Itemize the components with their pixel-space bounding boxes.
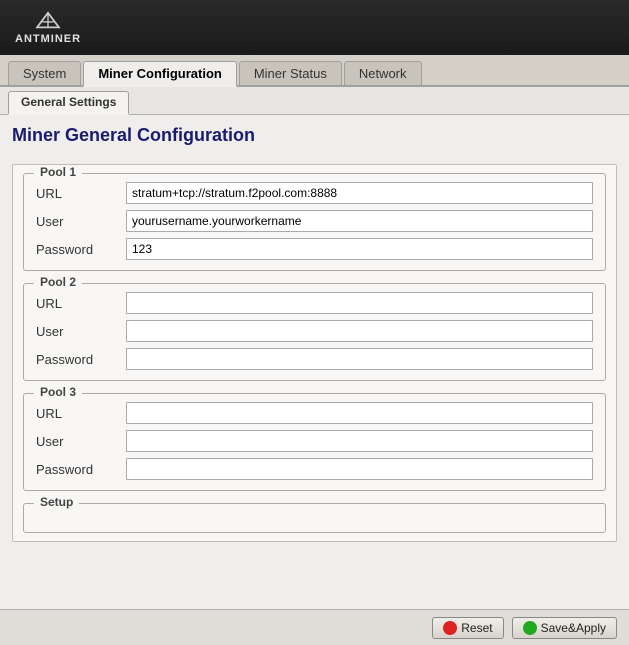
page-title: Miner General Configuration (12, 125, 617, 152)
pool2-user-label: User (36, 324, 126, 339)
save-apply-button[interactable]: Save&Apply (512, 617, 617, 639)
tab-miner-status[interactable]: Miner Status (239, 61, 342, 85)
pool1-section: Pool 1 URL User Password (23, 173, 606, 271)
pool3-user-row: User (36, 430, 593, 452)
sub-tab-bar: General Settings (0, 87, 629, 115)
pool2-url-input[interactable] (126, 292, 593, 314)
tab-system[interactable]: System (8, 61, 81, 85)
logo-area: ANTMINER (15, 11, 81, 45)
pool1-password-label: Password (36, 242, 126, 257)
pool3-password-label: Password (36, 462, 126, 477)
main-content: Miner General Configuration Pool 1 URL U… (0, 115, 629, 645)
pool3-user-input[interactable] (126, 430, 593, 452)
pool1-url-row: URL (36, 182, 593, 204)
pool3-password-input[interactable] (126, 458, 593, 480)
pool2-password-input[interactable] (126, 348, 593, 370)
app-wrapper: ANTMINER System Miner Configuration Mine… (0, 0, 629, 645)
pool1-password-input[interactable] (126, 238, 593, 260)
pool1-password-row: Password (36, 238, 593, 260)
pool3-section: Pool 3 URL User Password (23, 393, 606, 491)
setup-legend: Setup (34, 495, 79, 509)
tab-bar: System Miner Configuration Miner Status … (0, 55, 629, 87)
reset-button[interactable]: Reset (432, 617, 503, 639)
pool1-url-label: URL (36, 186, 126, 201)
pool2-password-label: Password (36, 352, 126, 367)
apply-icon (523, 621, 537, 635)
logo-text: ANTMINER (15, 33, 81, 45)
pool3-url-label: URL (36, 406, 126, 421)
pool1-url-input[interactable] (126, 182, 593, 204)
pool3-url-row: URL (36, 402, 593, 424)
reset-label: Reset (461, 621, 492, 635)
pool2-url-label: URL (36, 296, 126, 311)
pool2-legend: Pool 2 (34, 275, 82, 289)
pool2-user-row: User (36, 320, 593, 342)
form-container: Pool 1 URL User Password Pool 2 UR (12, 164, 617, 542)
tab-miner-configuration[interactable]: Miner Configuration (83, 61, 237, 87)
setup-section: Setup (23, 503, 606, 533)
pool2-url-row: URL (36, 292, 593, 314)
apply-label: Save&Apply (541, 621, 606, 635)
pool1-legend: Pool 1 (34, 165, 82, 179)
pool1-user-input[interactable] (126, 210, 593, 232)
pool3-password-row: Password (36, 458, 593, 480)
pool3-legend: Pool 3 (34, 385, 82, 399)
tab-network[interactable]: Network (344, 61, 422, 85)
pool2-password-row: Password (36, 348, 593, 370)
pool3-url-input[interactable] (126, 402, 593, 424)
reset-icon (443, 621, 457, 635)
pool1-user-label: User (36, 214, 126, 229)
footer-bar: Reset Save&Apply (0, 609, 629, 645)
pool2-user-input[interactable] (126, 320, 593, 342)
sub-tab-general-settings[interactable]: General Settings (8, 91, 129, 115)
antminer-logo-icon (34, 11, 62, 31)
pool3-user-label: User (36, 434, 126, 449)
pool1-user-row: User (36, 210, 593, 232)
header: ANTMINER (0, 0, 629, 55)
pool2-section: Pool 2 URL User Password (23, 283, 606, 381)
